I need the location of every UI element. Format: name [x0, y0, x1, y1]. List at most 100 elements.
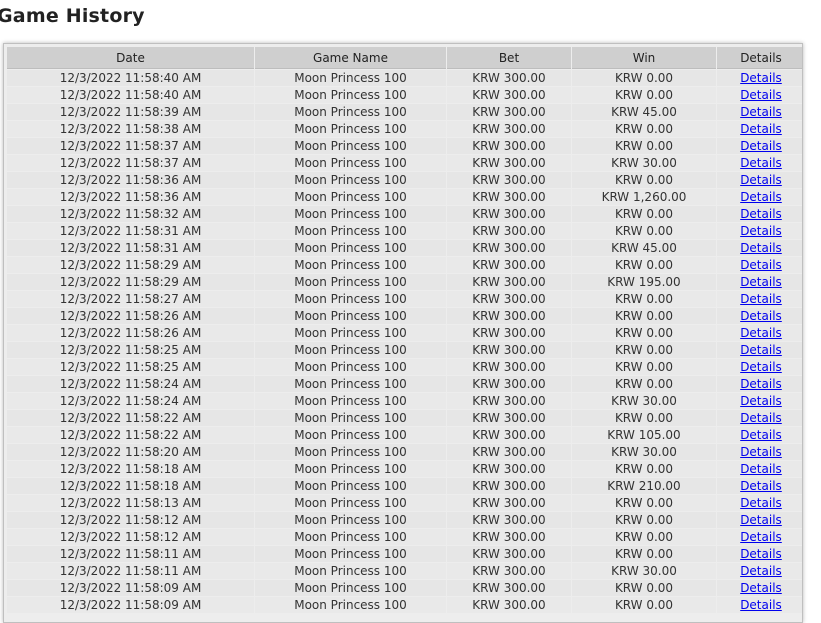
cell-date: 12/3/2022 11:58:24 AM	[7, 376, 254, 392]
cell-game-name: Moon Princess 100	[255, 223, 446, 239]
cell-win: KRW 0.00	[572, 172, 716, 188]
cell-bet: KRW 300.00	[447, 223, 571, 239]
cell-date: 12/3/2022 11:58:39 AM	[7, 104, 254, 120]
details-link[interactable]: Details	[740, 326, 782, 340]
details-link[interactable]: Details	[740, 207, 782, 221]
table-row: 12/3/2022 11:58:09 AM Moon Princess 100 KR…	[7, 597, 802, 613]
details-link[interactable]: Details	[740, 190, 782, 204]
table-body: 12/3/2022 11:58:40 AM Moon Princess 100 KR…	[7, 70, 802, 613]
cell-win: KRW 45.00	[572, 104, 716, 120]
cell-game-name: Moon Princess 100	[255, 172, 446, 188]
details-link[interactable]: Details	[740, 309, 782, 323]
cell-details: Details	[717, 580, 802, 596]
cell-win: KRW 0.00	[572, 257, 716, 273]
details-link[interactable]: Details	[740, 445, 782, 459]
cell-win: KRW 0.00	[572, 138, 716, 154]
cell-game-name: Moon Princess 100	[255, 274, 446, 290]
cell-date: 12/3/2022 11:58:18 AM	[7, 478, 254, 494]
cell-bet: KRW 300.00	[447, 444, 571, 460]
cell-game-name: Moon Princess 100	[255, 512, 446, 528]
cell-details: Details	[717, 155, 802, 171]
cell-date: 12/3/2022 11:58:11 AM	[7, 563, 254, 579]
table-row: 12/3/2022 11:58:25 AM Moon Princess 100 KR…	[7, 359, 802, 375]
details-link[interactable]: Details	[740, 122, 782, 136]
cell-date: 12/3/2022 11:58:36 AM	[7, 172, 254, 188]
table-row: 12/3/2022 11:58:11 AM Moon Princess 100 KR…	[7, 563, 802, 579]
cell-bet: KRW 300.00	[447, 410, 571, 426]
cell-win: KRW 0.00	[572, 121, 716, 137]
details-link[interactable]: Details	[740, 428, 782, 442]
details-link[interactable]: Details	[740, 343, 782, 357]
details-link[interactable]: Details	[740, 156, 782, 170]
details-link[interactable]: Details	[740, 88, 782, 102]
cell-date: 12/3/2022 11:58:12 AM	[7, 512, 254, 528]
cell-bet: KRW 300.00	[447, 512, 571, 528]
cell-date: 12/3/2022 11:58:26 AM	[7, 325, 254, 341]
cell-win: KRW 0.00	[572, 291, 716, 307]
cell-bet: KRW 300.00	[447, 70, 571, 86]
cell-details: Details	[717, 444, 802, 460]
cell-game-name: Moon Princess 100	[255, 376, 446, 392]
details-link[interactable]: Details	[740, 564, 782, 578]
details-link[interactable]: Details	[740, 71, 782, 85]
cell-bet: KRW 300.00	[447, 189, 571, 205]
cell-bet: KRW 300.00	[447, 546, 571, 562]
table-row: 12/3/2022 11:58:27 AM Moon Princess 100 KR…	[7, 291, 802, 307]
cell-win: KRW 45.00	[572, 240, 716, 256]
cell-date: 12/3/2022 11:58:31 AM	[7, 223, 254, 239]
cell-date: 12/3/2022 11:58:29 AM	[7, 274, 254, 290]
cell-details: Details	[717, 529, 802, 545]
cell-details: Details	[717, 70, 802, 86]
details-link[interactable]: Details	[740, 394, 782, 408]
cell-date: 12/3/2022 11:58:09 AM	[7, 580, 254, 596]
details-link[interactable]: Details	[740, 598, 782, 612]
cell-details: Details	[717, 223, 802, 239]
cell-bet: KRW 300.00	[447, 104, 571, 120]
details-link[interactable]: Details	[740, 224, 782, 238]
details-link[interactable]: Details	[740, 139, 782, 153]
cell-date: 12/3/2022 11:58:12 AM	[7, 529, 254, 545]
details-link[interactable]: Details	[740, 530, 782, 544]
details-link[interactable]: Details	[740, 173, 782, 187]
cell-game-name: Moon Princess 100	[255, 308, 446, 324]
cell-win: KRW 0.00	[572, 325, 716, 341]
details-link[interactable]: Details	[740, 105, 782, 119]
cell-date: 12/3/2022 11:58:22 AM	[7, 427, 254, 443]
details-link[interactable]: Details	[740, 411, 782, 425]
table-row: 12/3/2022 11:58:22 AM Moon Princess 100 KR…	[7, 410, 802, 426]
details-link[interactable]: Details	[740, 275, 782, 289]
details-link[interactable]: Details	[740, 479, 782, 493]
details-link[interactable]: Details	[740, 258, 782, 272]
cell-details: Details	[717, 104, 802, 120]
details-link[interactable]: Details	[740, 292, 782, 306]
details-link[interactable]: Details	[740, 581, 782, 595]
cell-bet: KRW 300.00	[447, 580, 571, 596]
cell-game-name: Moon Princess 100	[255, 427, 446, 443]
cell-date: 12/3/2022 11:58:38 AM	[7, 121, 254, 137]
cell-game-name: Moon Princess 100	[255, 325, 446, 341]
cell-game-name: Moon Princess 100	[255, 138, 446, 154]
cell-bet: KRW 300.00	[447, 206, 571, 222]
cell-details: Details	[717, 427, 802, 443]
table-row: 12/3/2022 11:58:36 AM Moon Princess 100 KR…	[7, 172, 802, 188]
cell-win: KRW 0.00	[572, 87, 716, 103]
details-link[interactable]: Details	[740, 547, 782, 561]
details-link[interactable]: Details	[740, 377, 782, 391]
cell-win: KRW 0.00	[572, 512, 716, 528]
cell-bet: KRW 300.00	[447, 427, 571, 443]
table-row: 12/3/2022 11:58:40 AM Moon Princess 100 KR…	[7, 87, 802, 103]
details-link[interactable]: Details	[740, 462, 782, 476]
cell-date: 12/3/2022 11:58:25 AM	[7, 359, 254, 375]
cell-bet: KRW 300.00	[447, 257, 571, 273]
details-link[interactable]: Details	[740, 360, 782, 374]
cell-win: KRW 105.00	[572, 427, 716, 443]
details-link[interactable]: Details	[740, 496, 782, 510]
cell-game-name: Moon Princess 100	[255, 444, 446, 460]
details-link[interactable]: Details	[740, 513, 782, 527]
details-link[interactable]: Details	[740, 241, 782, 255]
cell-details: Details	[717, 87, 802, 103]
cell-game-name: Moon Princess 100	[255, 206, 446, 222]
column-header-details: Details	[717, 47, 802, 69]
cell-game-name: Moon Princess 100	[255, 529, 446, 545]
cell-win: KRW 30.00	[572, 563, 716, 579]
